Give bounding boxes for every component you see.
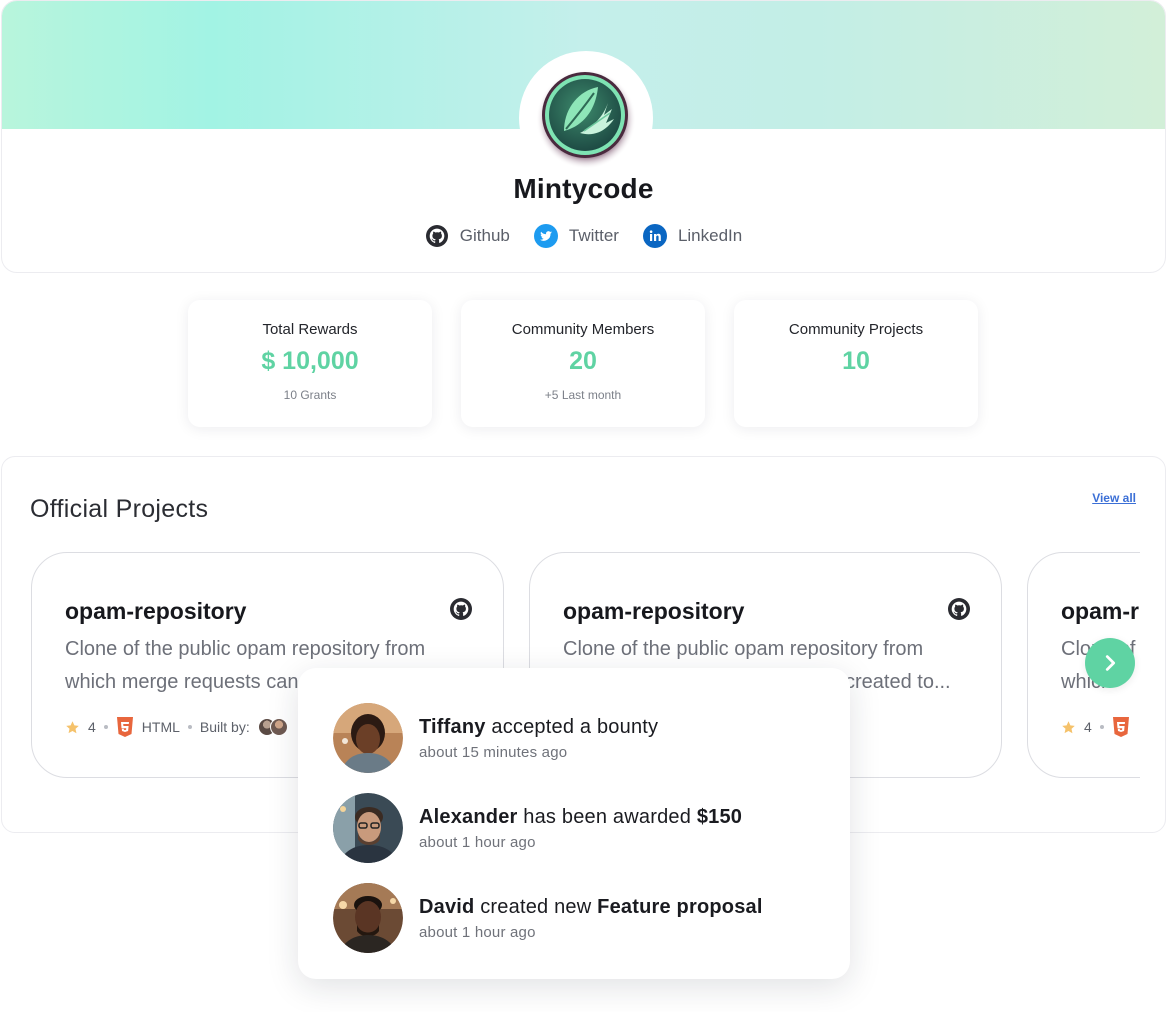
- activity-item[interactable]: David created new Feature proposal about…: [333, 883, 763, 953]
- description-line: Clone of the public opam repository from: [65, 638, 426, 660]
- github-icon: [425, 225, 448, 247]
- activity-item[interactable]: Alexander has been awarded $150 about 1 …: [333, 793, 742, 863]
- contributor-avatars[interactable]: [257, 718, 288, 736]
- stat-label: Community Projects: [788, 321, 924, 338]
- social-links: Github Twitter LinkedIn: [2, 224, 1165, 248]
- linkedin-link[interactable]: LinkedIn: [642, 224, 743, 248]
- html5-icon: [116, 717, 133, 737]
- activity-action: created new: [480, 895, 592, 918]
- activity-message: Tiffany accepted a bounty: [419, 716, 658, 739]
- project-card-title: opam-r: [1061, 598, 1139, 624]
- project-logo: [536, 69, 636, 169]
- activity-action: has been awarded: [523, 805, 692, 828]
- star-icon: [1062, 720, 1075, 733]
- stat-label: Total Rewards: [262, 321, 358, 338]
- stat-card-community-members: Community Members 20 +5 Last month: [461, 300, 705, 427]
- view-all-link[interactable]: View all: [1092, 491, 1136, 505]
- profile-card: Mintycode Github Twitter LinkedIn: [1, 0, 1166, 273]
- linkedin-label: LinkedIn: [677, 226, 743, 245]
- github-link[interactable]: Github: [425, 224, 510, 248]
- stat-value: 10: [842, 347, 870, 375]
- twitter-link[interactable]: Twitter: [533, 224, 619, 248]
- avatar: [269, 718, 288, 736]
- activity-user: David: [419, 895, 475, 918]
- activity-text: Alexander has been awarded $150 about 1 …: [419, 806, 742, 851]
- activity-highlight: $150: [696, 805, 743, 828]
- stat-sub: 10 Grants: [283, 388, 337, 402]
- avatar: [333, 883, 403, 953]
- activity-message: David created new Feature proposal: [419, 896, 763, 919]
- star-count: 4: [88, 719, 96, 735]
- stat-card-total-rewards: Total Rewards $ 10,000 10 Grants: [188, 300, 432, 427]
- project-card-title: opam-repository: [563, 598, 745, 624]
- github-label: Github: [459, 226, 510, 245]
- built-by-label: Built by:: [199, 719, 250, 735]
- github-icon[interactable]: [449, 597, 473, 621]
- project-card-meta: 4: [1061, 717, 1130, 737]
- github-icon[interactable]: [947, 597, 971, 621]
- activity-highlight: Feature proposal: [597, 895, 763, 918]
- activity-user: Alexander: [419, 805, 518, 828]
- project-card-title: opam-repository: [65, 598, 247, 624]
- carousel-next-button[interactable]: [1085, 638, 1135, 688]
- stat-label: Community Members: [511, 321, 655, 338]
- separator-dot: [187, 725, 192, 729]
- stat-value: $ 10,000: [261, 347, 359, 375]
- activity-time: about 1 hour ago: [419, 833, 536, 851]
- activity-message: Alexander has been awarded $150: [419, 806, 742, 829]
- separator-dot: [103, 725, 108, 729]
- twitter-label: Twitter: [568, 226, 619, 245]
- activity-feed: Tiffany accepted a bounty about 15 minut…: [298, 668, 850, 979]
- separator-dot: [1099, 725, 1104, 729]
- html5-icon: [1112, 717, 1129, 737]
- twitter-icon: [533, 224, 558, 248]
- language-label: HTML: [141, 719, 180, 735]
- stat-card-community-projects: Community Projects 10: [734, 300, 978, 427]
- star-count: 4: [1084, 719, 1092, 735]
- project-card-meta: 4 HTML Built by:: [65, 717, 288, 737]
- chevron-right-icon: [1105, 655, 1116, 671]
- avatar: [333, 793, 403, 863]
- activity-item[interactable]: Tiffany accepted a bounty about 15 minut…: [333, 703, 658, 773]
- description-line: Clone of the public opam repository from: [563, 638, 924, 660]
- linkedin-icon: [642, 224, 667, 248]
- activity-text: David created new Feature proposal about…: [419, 896, 763, 941]
- stat-sub: +5 Last month: [544, 388, 622, 402]
- avatar: [333, 703, 403, 773]
- activity-time: about 15 minutes ago: [419, 743, 568, 761]
- stat-value: 20: [569, 347, 597, 375]
- section-title: Official Projects: [30, 495, 209, 523]
- project-name: Mintycode: [513, 173, 654, 204]
- activity-user: Tiffany: [419, 715, 486, 738]
- star-icon: [66, 720, 79, 733]
- activity-text: Tiffany accepted a bounty about 15 minut…: [419, 716, 658, 761]
- activity-time: about 1 hour ago: [419, 923, 536, 941]
- page: Mintycode Github Twitter LinkedIn Total …: [0, 0, 1168, 1012]
- activity-action: accepted a bounty: [491, 715, 659, 738]
